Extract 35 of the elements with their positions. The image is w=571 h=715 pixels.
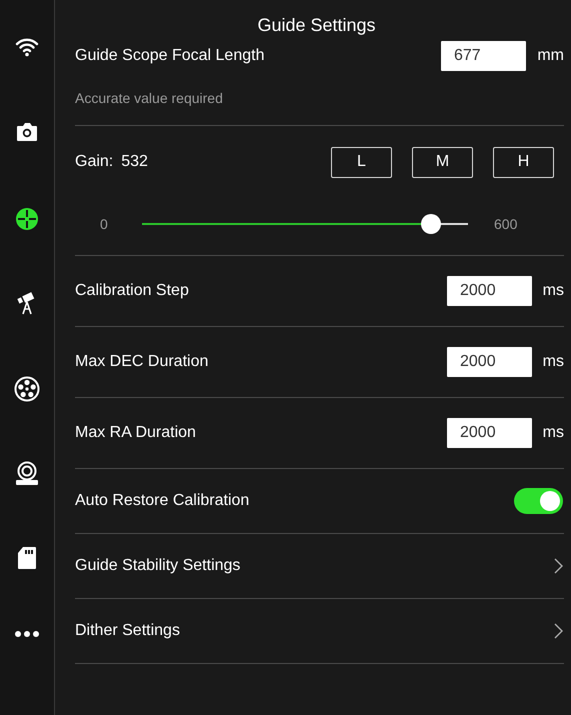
slider-max: 600 — [494, 216, 518, 232]
setting-label: Auto Restore Calibration — [75, 492, 250, 510]
more-icon[interactable] — [14, 630, 40, 638]
gain-value: 532 — [121, 153, 148, 170]
toggle-switch[interactable] — [514, 488, 563, 514]
setting-label: Calibration Step — [75, 282, 189, 300]
preset-button[interactable]: M — [412, 146, 473, 178]
camera-icon[interactable] — [15, 122, 39, 142]
crosshair-icon[interactable] — [15, 206, 39, 230]
slider-thumb[interactable] — [421, 214, 442, 234]
unit-label: mm — [536, 47, 564, 65]
unit-label: ms — [542, 282, 564, 300]
input-field[interactable]: 677 — [441, 41, 526, 71]
unit-label: ms — [542, 353, 564, 371]
sd-card-icon[interactable] — [17, 546, 37, 570]
chevron-right-icon[interactable] — [554, 558, 563, 574]
unit-label: ms — [542, 424, 564, 442]
setting-label: Guide Scope Focal Length — [75, 47, 264, 65]
input-field[interactable]: 2000 — [447, 347, 532, 377]
page-title: Guide Settings — [256, 14, 377, 37]
setting-label: Dither Settings — [75, 622, 180, 640]
gain-label: Gain: — [75, 153, 114, 170]
setting-label: Guide Stability Settings — [75, 557, 240, 575]
filter-wheel-icon[interactable] — [14, 376, 40, 402]
setting-label: Max RA Duration — [75, 424, 196, 442]
input-field[interactable]: 2000 — [447, 418, 532, 448]
input-field[interactable]: 2000 — [447, 276, 532, 306]
hint-text: Accurate value required — [75, 90, 224, 106]
chevron-right-icon[interactable] — [554, 623, 563, 639]
preset-button[interactable]: L — [331, 146, 392, 178]
focuser-icon[interactable] — [14, 460, 40, 487]
wifi-icon[interactable] — [15, 37, 39, 57]
slider-min: 0 — [99, 216, 109, 232]
setting-label: Max DEC Duration — [75, 353, 208, 371]
preset-button[interactable]: H — [493, 146, 554, 178]
